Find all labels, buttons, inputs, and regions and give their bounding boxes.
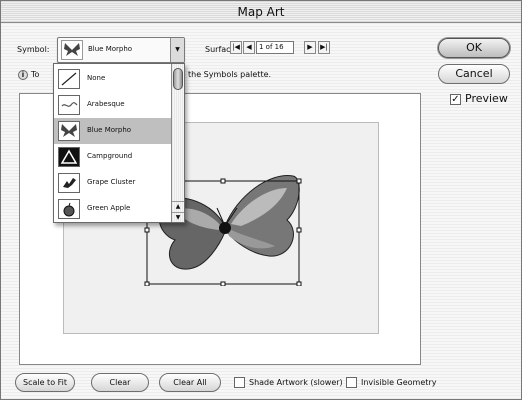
- none-slash-icon: [58, 69, 80, 89]
- arabesque-icon: [58, 95, 80, 115]
- surface-field[interactable]: 1 of 16: [256, 41, 294, 54]
- menu-item-green-apple[interactable]: Green Apple: [54, 196, 172, 222]
- menu-item-none[interactable]: None: [54, 66, 172, 92]
- menu-item-label: Grape Cluster: [87, 178, 136, 186]
- shade-artwork-checkbox[interactable]: [234, 377, 245, 388]
- menu-item-arabesque[interactable]: Arabesque: [54, 92, 172, 118]
- scrollbar-thumb[interactable]: [173, 68, 183, 90]
- symbol-selected-value: Blue Morpho: [88, 45, 133, 53]
- grape-cluster-icon: [58, 173, 80, 193]
- symbol-label: Symbol:: [17, 45, 50, 54]
- menu-item-label: Arabesque: [87, 100, 125, 108]
- info-icon: i: [18, 70, 28, 80]
- green-apple-icon: [58, 199, 80, 219]
- menu-item-label: None: [87, 74, 106, 82]
- surface-last-button[interactable]: ▶|: [318, 41, 330, 54]
- symbol-dropdown-menu: None Arabesque Blue Morpho Campground Gr…: [53, 63, 185, 223]
- window-title: Map Art: [1, 1, 521, 23]
- checkmark-icon: ✓: [451, 94, 460, 105]
- butterfly-icon: [61, 40, 83, 60]
- dropdown-scrollbar[interactable]: ▲ ▼: [171, 64, 184, 222]
- preview-checkbox[interactable]: ✓: [450, 94, 461, 105]
- scroll-down-arrow-icon[interactable]: ▼: [172, 212, 184, 222]
- menu-item-blue-morpho[interactable]: Blue Morpho: [54, 118, 172, 144]
- scroll-up-arrow-icon[interactable]: ▲: [172, 201, 184, 211]
- shade-artwork-label: Shade Artwork (slower): [249, 378, 343, 387]
- hint-text-left: To: [31, 70, 40, 79]
- menu-item-grape-cluster[interactable]: Grape Cluster: [54, 170, 172, 196]
- butterfly-icon: [58, 121, 80, 141]
- menu-item-label: Blue Morpho: [87, 126, 132, 134]
- invisible-geometry-checkbox[interactable]: [346, 377, 357, 388]
- symbol-popup[interactable]: Blue Morpho ▼: [57, 37, 185, 63]
- invisible-geometry-label: Invisible Geometry: [361, 378, 437, 387]
- preview-label: Preview: [465, 92, 508, 105]
- menu-item-campground[interactable]: Campground: [54, 144, 172, 170]
- surface-next-button[interactable]: ▶: [304, 41, 316, 54]
- scale-to-fit-button[interactable]: Scale to Fit: [15, 373, 75, 392]
- campground-icon: [58, 147, 80, 167]
- map-art-dialog: Map Art Symbol: Blue Morpho ▼ Surface: |…: [0, 0, 522, 400]
- cancel-button[interactable]: Cancel: [438, 64, 510, 84]
- chevron-down-icon: ▼: [170, 38, 184, 62]
- menu-item-label: Campground: [87, 152, 133, 160]
- surface-prev-button[interactable]: ◀: [243, 41, 255, 54]
- hint-text-right: the Symbols palette.: [188, 70, 272, 79]
- menu-item-label: Green Apple: [87, 204, 131, 212]
- clear-button[interactable]: Clear: [91, 373, 149, 392]
- ok-button[interactable]: OK: [438, 38, 510, 58]
- surface-first-button[interactable]: |◀: [230, 41, 242, 54]
- clear-all-button[interactable]: Clear All: [159, 373, 221, 392]
